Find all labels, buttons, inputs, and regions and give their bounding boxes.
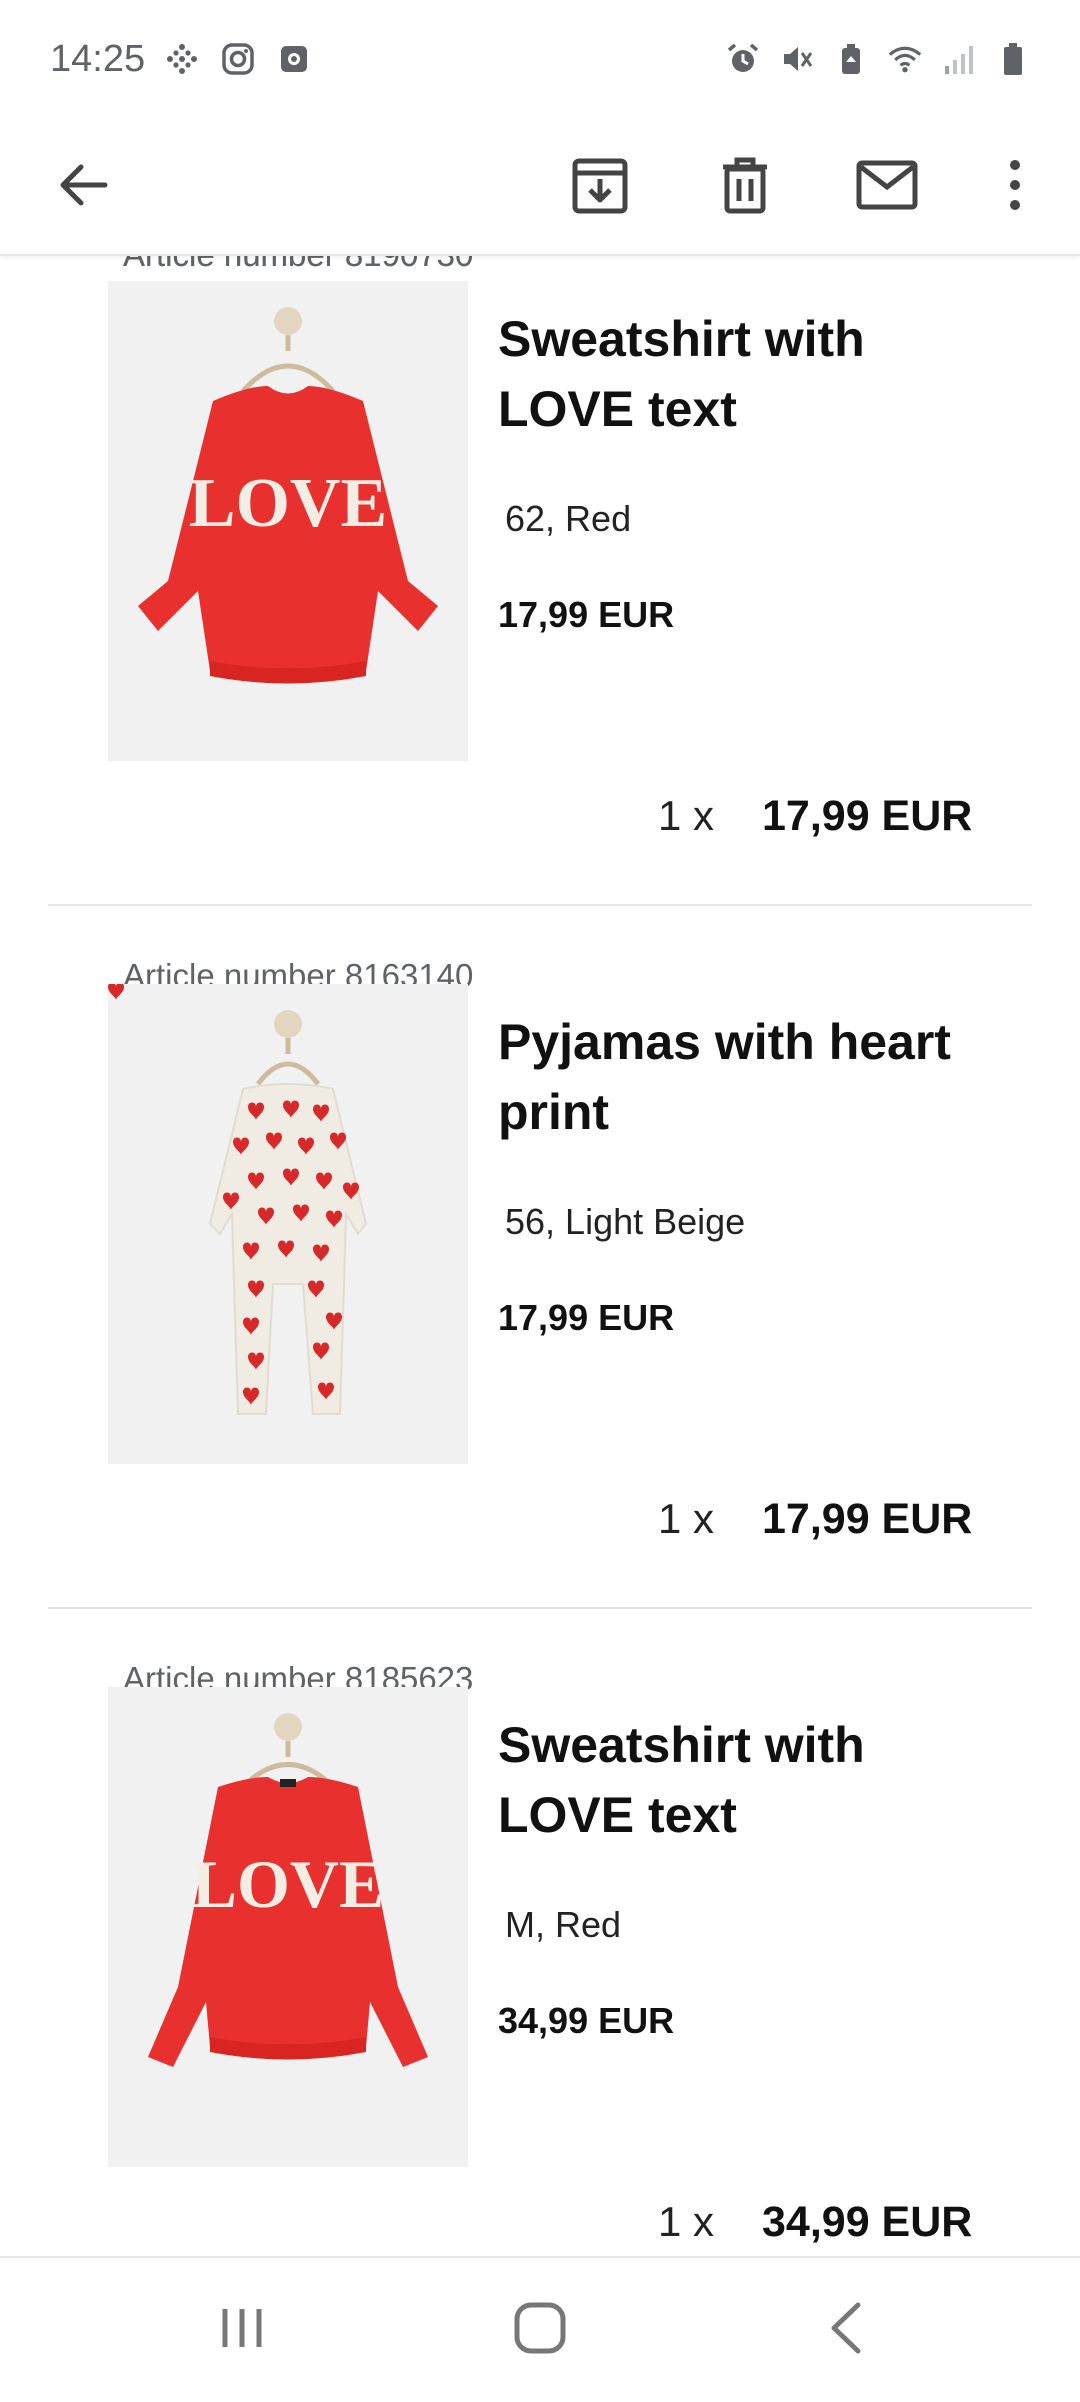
status-time: 14:25 <box>50 38 146 80</box>
product-card-1: Article number 8190730 LOVE Sweatshirt w… <box>0 254 1080 957</box>
mail-icon <box>855 159 919 216</box>
more-options-button[interactable] <box>970 142 1060 232</box>
home-button[interactable] <box>490 2280 590 2380</box>
divider <box>48 904 1032 906</box>
home-icon <box>513 2301 567 2360</box>
divider <box>48 1607 1032 1609</box>
archive-button[interactable] <box>555 142 645 232</box>
product-card-3: Article number 8185623 LOVE Sweatshirt w… <box>0 1660 1080 2256</box>
battery-saver-icon <box>834 42 868 76</box>
more-vert-icon <box>1005 157 1025 218</box>
email-body[interactable]: Article number 8190730 LOVE Sweatshirt w… <box>0 254 1080 2256</box>
unit-price: 34,99 EUR <box>498 2000 675 2041</box>
quantity: 1 x <box>658 792 715 839</box>
app-bar <box>0 120 1080 256</box>
instagram-icon <box>221 42 255 76</box>
grid-dots-icon <box>165 42 199 76</box>
product-image[interactable] <box>108 984 468 1464</box>
product-variant: 56, Light Beige <box>505 1201 746 1242</box>
system-nav-bar <box>0 2256 1080 2402</box>
article-number: Article number 8190730 <box>123 254 474 273</box>
back-button[interactable] <box>38 142 128 232</box>
wifi-icon <box>888 42 922 76</box>
product-name[interactable]: Pyjamas with heart print <box>498 1007 1018 1147</box>
recent-apps-icon <box>217 2303 267 2358</box>
quantity: 1 x <box>658 1495 715 1542</box>
line-total: 34,99 EUR <box>762 2198 973 2246</box>
archive-icon <box>570 155 630 220</box>
alarm-icon <box>726 42 760 76</box>
status-right-icons <box>726 42 1030 76</box>
product-image[interactable]: LOVE <box>108 281 468 761</box>
app-notification-icon <box>277 42 311 76</box>
unit-price: 17,99 EUR <box>498 1297 675 1338</box>
product-name[interactable]: Sweatshirt with LOVE text <box>498 304 1018 444</box>
delete-icon <box>717 155 773 220</box>
product-name[interactable]: Sweatshirt with LOVE text <box>498 1710 1018 1850</box>
mark-unread-button[interactable] <box>842 142 932 232</box>
product-variant: M, Red <box>505 1904 622 1945</box>
status-bar: 14:25 <box>0 0 1080 120</box>
nav-back-button[interactable] <box>796 2280 896 2380</box>
product-card-2: Article number 8163140 Pyjamas with hear… <box>0 957 1080 1660</box>
vibrate-icon <box>780 42 814 76</box>
back-arrow-icon <box>55 157 111 218</box>
product-image[interactable]: LOVE <box>108 1687 468 2167</box>
line-total: 17,99 EUR <box>762 1495 973 1543</box>
status-left-icons <box>165 42 311 76</box>
unit-price: 17,99 EUR <box>498 594 675 635</box>
battery-icon <box>996 42 1030 76</box>
back-icon <box>826 2301 866 2360</box>
recent-apps-button[interactable] <box>192 2280 292 2380</box>
delete-button[interactable] <box>700 142 790 232</box>
love-print-text: LOVE <box>192 1846 385 1922</box>
quantity: 1 x <box>658 2198 715 2245</box>
product-variant: 62, Red <box>505 498 632 539</box>
signal-icon <box>942 42 976 76</box>
love-print-text: LOVE <box>189 465 387 542</box>
line-total: 17,99 EUR <box>762 792 973 840</box>
